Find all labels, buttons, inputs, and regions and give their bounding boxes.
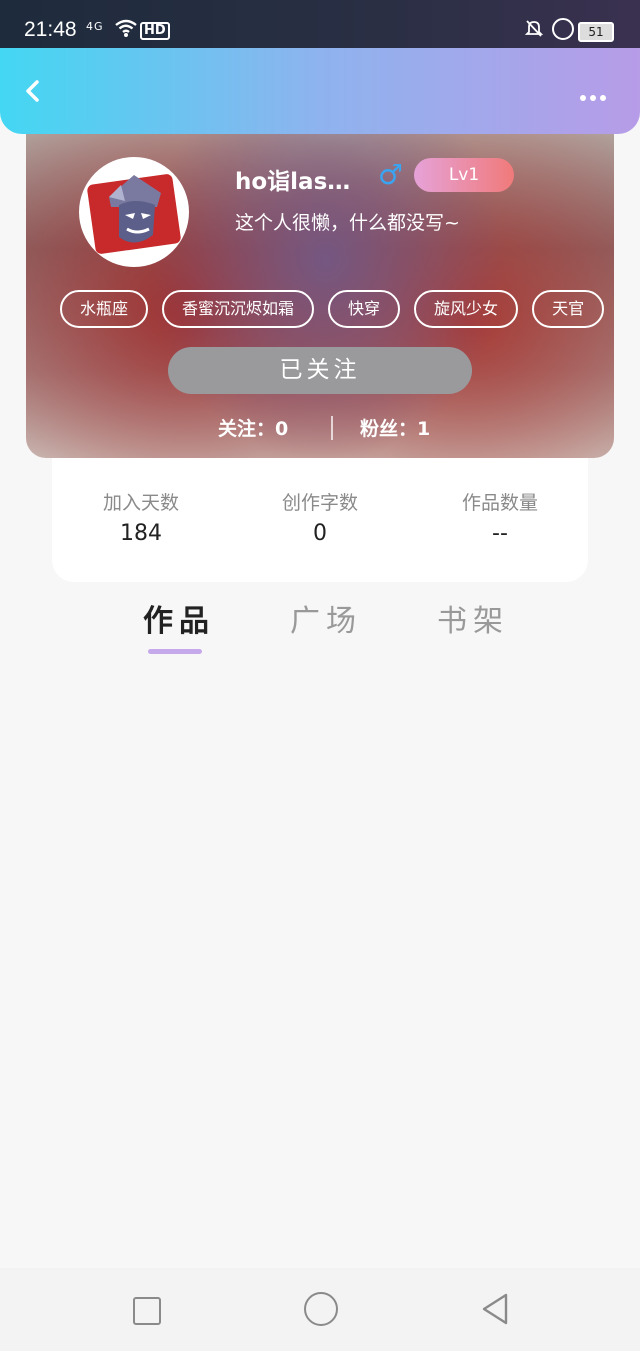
tag-chip[interactable]: 旋风少女 (414, 290, 519, 328)
system-nav-bar (0, 1268, 640, 1351)
nav-back-icon[interactable] (480, 1291, 510, 1327)
top-header (0, 48, 640, 134)
username: ho诣las… (235, 169, 351, 195)
stat-label: 加入天数 (102, 492, 179, 514)
divider (331, 416, 333, 440)
tag-chip[interactable]: 水瓶座 (60, 290, 149, 328)
followed-button[interactable]: 已关注 (168, 347, 472, 394)
tag-chip[interactable]: 天官 (532, 290, 605, 328)
male-gender-icon: ♂ (378, 158, 404, 191)
follow-counts: 关注：0 粉丝：1 (26, 412, 614, 444)
level-badge: Lv1 (414, 158, 514, 192)
profile-card: ho诣las… ♂ Lv1 这个人很懒，什么都没写~ 水瓶座 香蜜沉沉烬如霜 快穿旋… (26, 110, 614, 458)
stat-value: 184 (120, 521, 162, 546)
home-icon[interactable] (304, 1292, 338, 1326)
fans-count[interactable]: 粉丝：1 (360, 414, 430, 441)
stat-value: 0 (313, 521, 327, 546)
bell-muted-icon (524, 18, 544, 43)
hd-icon: HD (140, 22, 170, 40)
stat-label: 作品数量 (461, 492, 538, 514)
tag-list: 水瓶座 香蜜沉沉烬如霜 快穿 旋风少女 天官 (60, 290, 614, 330)
active-tab-indicator (148, 649, 202, 654)
more-horizontal-icon[interactable] (580, 86, 610, 105)
content-tabs: 作品 广场 书架 (0, 596, 640, 666)
stat-word-count: 创作字数 0 (245, 488, 395, 546)
following-count[interactable]: 关注：0 (218, 414, 288, 441)
profile-bio: 这个人很懒，什么都没写~ (235, 212, 460, 234)
stats-card: 加入天数 184 创作字数 0 作品数量 -- (52, 440, 588, 582)
back-icon[interactable] (18, 76, 48, 106)
stat-join-days: 加入天数 184 (66, 488, 216, 546)
tab-square[interactable]: 广场 (290, 596, 362, 640)
tab-bookshelf[interactable]: 书架 (437, 596, 509, 640)
cellular-signal-icon: 4G (86, 20, 104, 33)
tag-chip[interactable]: 快穿 (328, 290, 401, 328)
rotation-lock-icon (552, 18, 574, 40)
stat-works-count: 作品数量 -- (425, 488, 575, 546)
recent-apps-icon[interactable] (133, 1297, 161, 1325)
tab-works[interactable]: 作品 (143, 596, 215, 640)
stat-label: 创作字数 (281, 492, 358, 514)
battery-icon: 51 (578, 22, 614, 42)
tag-chip[interactable]: 香蜜沉沉烬如霜 (162, 290, 315, 328)
stat-value: -- (492, 521, 508, 546)
wifi-icon (114, 18, 138, 43)
avatar[interactable] (79, 157, 189, 267)
status-time: 21:48 (24, 18, 77, 41)
